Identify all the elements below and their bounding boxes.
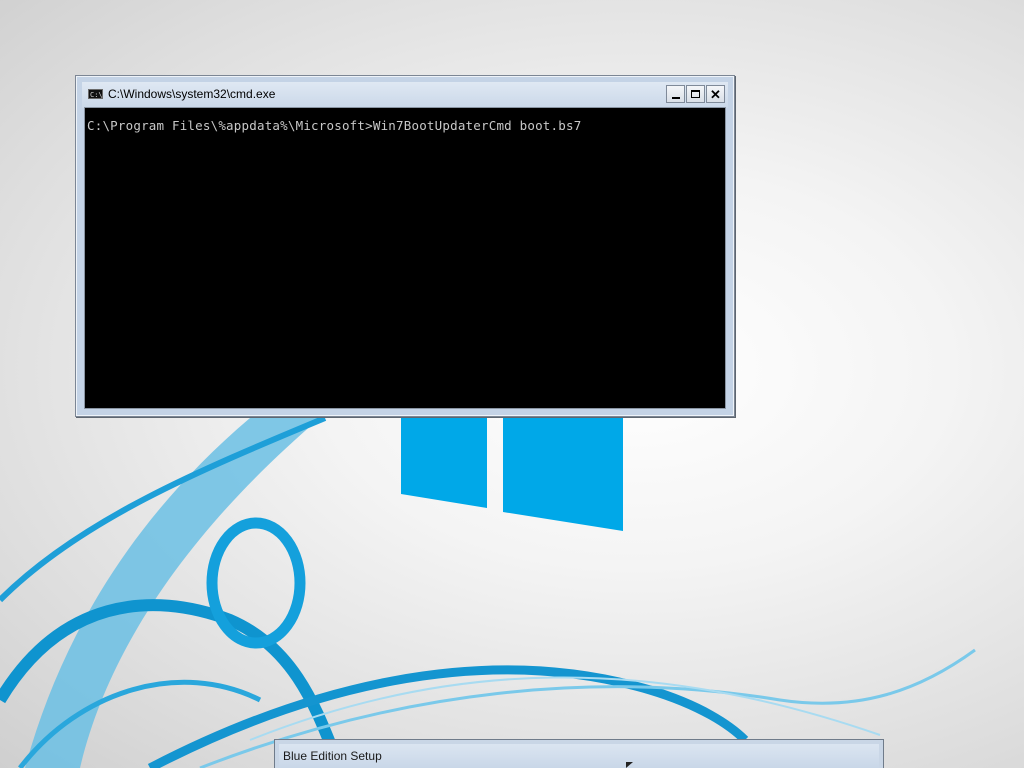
minimize-icon	[671, 97, 680, 99]
maximize-icon	[691, 90, 700, 98]
maximize-button[interactable]	[686, 85, 705, 103]
setup-window[interactable]: Blue Edition Setup	[274, 739, 884, 768]
window-controls: ✕	[666, 85, 725, 105]
cmd-app-icon: C:\	[88, 89, 103, 99]
cmd-window-title: C:\Windows\system32\cmd.exe	[108, 87, 276, 101]
console-line: C:\Program Files\%appdata%\Microsoft>Win…	[87, 118, 582, 133]
cmd-window[interactable]: C:\ C:\Windows\system32\cmd.exe ✕ C:\Pro…	[75, 75, 735, 417]
setup-titlebar[interactable]: Blue Edition Setup	[279, 744, 879, 768]
minimize-button[interactable]	[666, 85, 685, 103]
cmd-titlebar[interactable]: C:\ C:\Windows\system32\cmd.exe ✕	[82, 82, 728, 108]
windows-logo-pane-left	[401, 418, 487, 508]
close-icon: ✕	[710, 86, 721, 102]
wallpaper-ring	[206, 517, 306, 649]
close-button[interactable]: ✕	[706, 85, 725, 103]
mouse-cursor-icon	[626, 762, 633, 768]
console-area[interactable]: C:\Program Files\%appdata%\Microsoft>Win…	[84, 107, 726, 409]
windows-logo-pane-right	[503, 418, 623, 531]
setup-window-title: Blue Edition Setup	[283, 749, 382, 763]
